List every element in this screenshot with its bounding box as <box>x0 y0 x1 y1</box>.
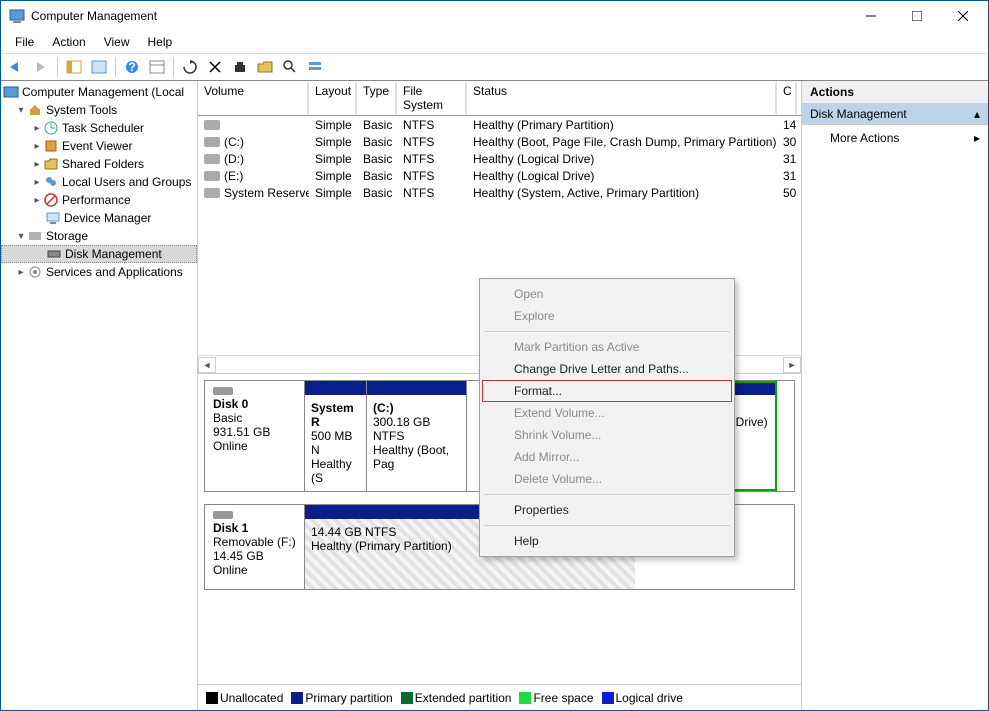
chevron-right-icon: ▸ <box>974 131 980 145</box>
volume-row[interactable]: (D:)SimpleBasicNTFSHealthy (Logical Driv… <box>198 150 801 167</box>
tree-services[interactable]: ▸Services and Applications <box>1 263 197 281</box>
drive-icon <box>204 137 220 147</box>
disk-info: Disk 0Basic931.51 GBOnline <box>205 381 305 491</box>
swatch-primary <box>291 692 303 704</box>
ctx-mirror[interactable]: Add Mirror... <box>482 446 732 468</box>
tree-shared-folders[interactable]: ▸Shared Folders <box>1 155 197 173</box>
more-actions[interactable]: More Actions▸ <box>802 125 988 151</box>
swatch-logical <box>602 692 614 704</box>
minimize-button[interactable] <box>848 1 894 31</box>
volume-row[interactable]: System ReservedSimpleBasicNTFSHealthy (S… <box>198 184 801 201</box>
tree-system-tools[interactable]: ▾System Tools <box>1 101 197 119</box>
maximize-button[interactable] <box>894 1 940 31</box>
tree-device-manager[interactable]: Device Manager <box>1 209 197 227</box>
drive-icon <box>204 171 220 181</box>
scroll-right-icon[interactable]: ► <box>783 357 801 373</box>
volume-row[interactable]: (E:)SimpleBasicNTFSHealthy (Logical Driv… <box>198 167 801 184</box>
ctx-delete[interactable]: Delete Volume... <box>482 468 732 490</box>
ctx-explore[interactable]: Explore <box>482 305 732 327</box>
partition[interactable]: (C:)300.18 GB NTFSHealthy (Boot, Pag <box>367 381 467 491</box>
menubar: File Action View Help <box>1 31 988 53</box>
back-button[interactable] <box>5 56 27 78</box>
tree-storage[interactable]: ▾Storage <box>1 227 197 245</box>
drive-icon <box>204 120 220 130</box>
scroll-left-icon[interactable]: ◄ <box>198 357 216 373</box>
tree-root[interactable]: Computer Management (Local <box>1 83 197 101</box>
find-icon[interactable] <box>279 56 301 78</box>
window-title: Computer Management <box>31 9 848 23</box>
properties-icon[interactable] <box>88 56 110 78</box>
ctx-properties[interactable]: Properties <box>482 499 732 521</box>
ctx-mark-active[interactable]: Mark Partition as Active <box>482 336 732 358</box>
open-icon[interactable] <box>254 56 276 78</box>
forward-button[interactable] <box>30 56 52 78</box>
menu-action[interactable]: Action <box>44 33 93 51</box>
menu-file[interactable]: File <box>7 33 42 51</box>
volume-row[interactable]: (C:)SimpleBasicNTFSHealthy (Boot, Page F… <box>198 133 801 150</box>
refresh-icon[interactable] <box>179 56 201 78</box>
tree-local-users[interactable]: ▸Local Users and Groups <box>1 173 197 191</box>
ctx-shrink[interactable]: Shrink Volume... <box>482 424 732 446</box>
swatch-extended <box>401 692 413 704</box>
ctx-change-letter[interactable]: Change Drive Letter and Paths... <box>482 358 732 380</box>
col-filesystem[interactable]: File System <box>397 81 467 115</box>
col-volume[interactable]: Volume <box>198 81 309 115</box>
drive-icon <box>204 188 220 198</box>
volume-header: Volume Layout Type File System Status C <box>198 81 801 116</box>
context-menu: Open Explore Mark Partition as Active Ch… <box>479 278 735 557</box>
ctx-format[interactable]: Format... <box>482 380 732 402</box>
toolbar: ? <box>1 53 988 81</box>
delete-icon[interactable] <box>204 56 226 78</box>
col-status[interactable]: Status <box>467 81 777 115</box>
tree-task-scheduler[interactable]: ▸Task Scheduler <box>1 119 197 137</box>
disk-info: Disk 1Removable (F:)14.45 GBOnline <box>205 505 305 589</box>
help-icon[interactable]: ? <box>121 56 143 78</box>
collapse-icon: ▴ <box>974 107 980 121</box>
drive-icon <box>204 154 220 164</box>
ctx-help[interactable]: Help <box>482 530 732 552</box>
col-layout[interactable]: Layout <box>309 81 357 115</box>
tree-disk-management[interactable]: Disk Management <box>1 245 197 263</box>
volume-row[interactable]: SimpleBasicNTFSHealthy (Primary Partitio… <box>198 116 801 133</box>
show-hide-tree-icon[interactable] <box>63 56 85 78</box>
partition[interactable]: System R500 MB NHealthy (S <box>305 381 367 491</box>
list-icon[interactable] <box>304 56 326 78</box>
actions-section[interactable]: Disk Management▴ <box>802 104 988 125</box>
svg-text:?: ? <box>128 60 135 74</box>
view-icon[interactable] <box>146 56 168 78</box>
actions-pane: Actions Disk Management▴ More Actions▸ <box>802 81 988 710</box>
menu-help[interactable]: Help <box>140 33 181 51</box>
swatch-unallocated <box>206 692 218 704</box>
actions-title: Actions <box>802 81 988 104</box>
ctx-extend[interactable]: Extend Volume... <box>482 402 732 424</box>
settings-icon[interactable] <box>229 56 251 78</box>
swatch-free <box>519 692 531 704</box>
tree-performance[interactable]: ▸Performance <box>1 191 197 209</box>
app-icon <box>9 8 25 24</box>
tree-event-viewer[interactable]: ▸Event Viewer <box>1 137 197 155</box>
col-capacity[interactable]: C <box>777 81 797 115</box>
col-type[interactable]: Type <box>357 81 397 115</box>
legend: Unallocated Primary partition Extended p… <box>198 684 801 710</box>
nav-tree: Computer Management (Local ▾System Tools… <box>1 81 198 710</box>
menu-view[interactable]: View <box>96 33 138 51</box>
close-button[interactable] <box>940 1 986 31</box>
ctx-open[interactable]: Open <box>482 283 732 305</box>
